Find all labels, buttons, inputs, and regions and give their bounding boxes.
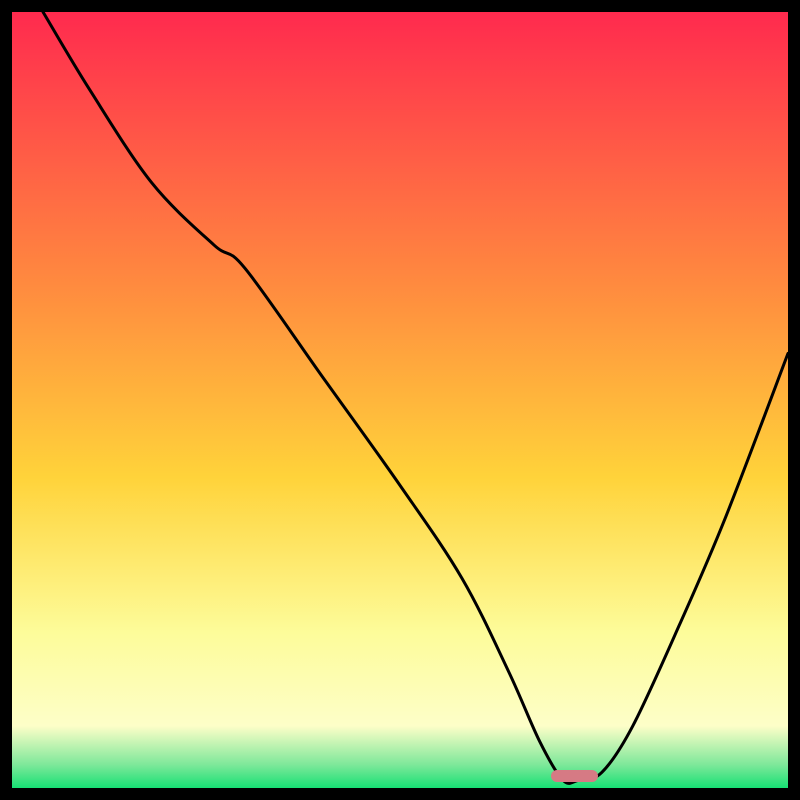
plot-area: TheBottleneck.com: [12, 12, 788, 788]
chart-frame: TheBottleneck.com: [0, 0, 800, 800]
bottleneck-curve: [12, 12, 788, 788]
optimal-marker: [551, 770, 598, 782]
